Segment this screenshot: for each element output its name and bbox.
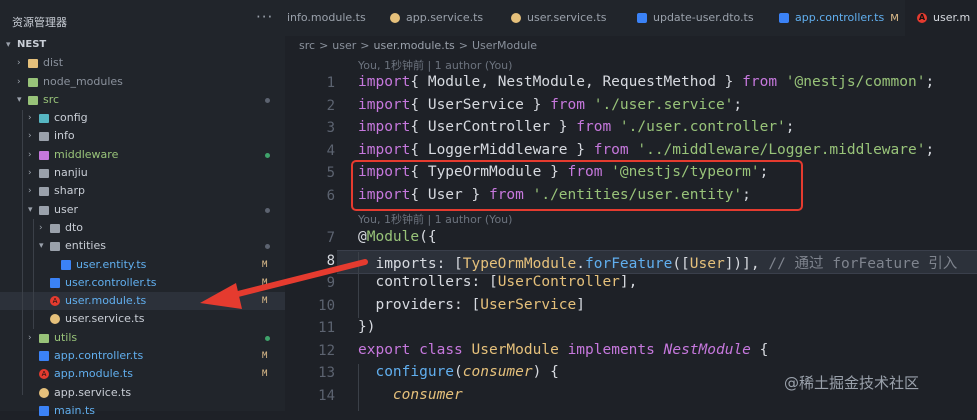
annotation-arrow: [200, 259, 368, 309]
arrow-head: [200, 283, 242, 309]
watermark: @稀土掘金技术社区: [784, 374, 920, 392]
arrow-shaft: [227, 259, 368, 299]
